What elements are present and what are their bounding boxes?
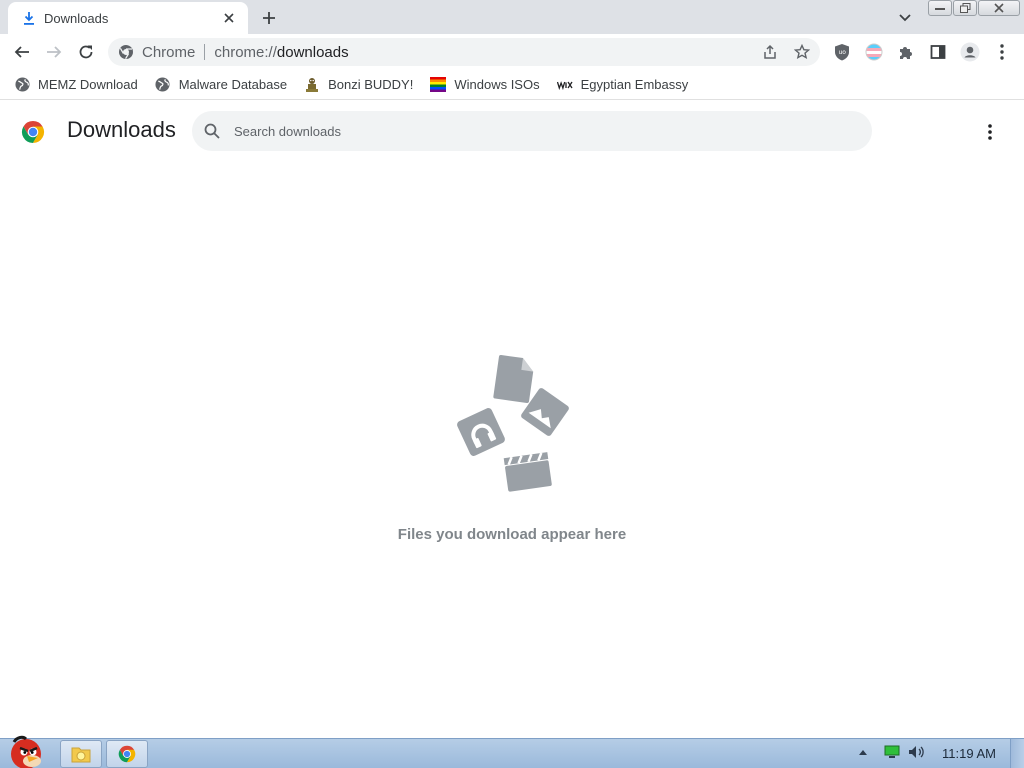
folder-icon bbox=[71, 747, 91, 763]
download-icon bbox=[22, 11, 36, 25]
bookmark-label: MEMZ Download bbox=[38, 77, 138, 92]
bookmarks-bar: MEMZ Download Malware Database Bonzi BUD… bbox=[0, 70, 1024, 100]
volume-icon[interactable] bbox=[908, 745, 926, 759]
profile-avatar-icon[interactable] bbox=[956, 38, 984, 66]
taskbar-explorer-button[interactable] bbox=[60, 740, 102, 768]
back-button[interactable] bbox=[8, 38, 36, 66]
kebab-menu-icon[interactable] bbox=[988, 38, 1016, 66]
bookmark-label: Malware Database bbox=[178, 77, 288, 92]
chrome-site-icon bbox=[118, 44, 134, 60]
divider bbox=[204, 44, 206, 60]
bookmark-egyptian-embassy[interactable]: Egyptian Embassy bbox=[556, 73, 689, 97]
page-title: Downloads bbox=[67, 117, 176, 142]
omnibox-actions bbox=[760, 42, 812, 62]
chrome-icon bbox=[118, 745, 136, 763]
taskbar-chrome-button[interactable] bbox=[106, 740, 148, 768]
puzzle-icon[interactable] bbox=[892, 38, 920, 66]
clock[interactable]: 11:19 AM bbox=[942, 746, 996, 761]
rainbow-flag-icon bbox=[430, 77, 447, 93]
tab-title: Downloads bbox=[44, 10, 109, 26]
reload-button[interactable] bbox=[72, 38, 100, 66]
show-desktop-button[interactable] bbox=[1010, 739, 1024, 768]
more-actions-icon[interactable] bbox=[978, 120, 1002, 144]
chevron-down-icon[interactable] bbox=[895, 8, 915, 28]
search-icon bbox=[204, 123, 220, 139]
arrow-left-icon bbox=[14, 46, 29, 58]
video-icon bbox=[503, 452, 552, 492]
globe-icon bbox=[155, 77, 171, 93]
forward-button[interactable] bbox=[40, 38, 68, 66]
wix-icon bbox=[556, 77, 573, 93]
ublock-extension-icon[interactable]: uo bbox=[828, 38, 856, 66]
window-controls bbox=[928, 0, 1020, 16]
tab-downloads[interactable]: Downloads bbox=[8, 2, 248, 34]
empty-message: Files you download appear here bbox=[397, 526, 627, 543]
bookmark-malware-database[interactable]: Malware Database bbox=[155, 73, 287, 97]
bookmark-windows-isos[interactable]: Windows ISOs bbox=[430, 73, 540, 97]
url-text[interactable]: chrome://downloads bbox=[214, 44, 348, 61]
minimize-button[interactable] bbox=[928, 0, 952, 16]
angry-bird-icon bbox=[11, 735, 41, 768]
tray-expand-icon[interactable] bbox=[858, 748, 868, 756]
chrome-logo-icon bbox=[21, 120, 45, 144]
close-icon[interactable] bbox=[220, 9, 238, 27]
search-input[interactable] bbox=[234, 123, 834, 139]
taskbar: 11:19 AM bbox=[0, 735, 1024, 768]
star-icon[interactable] bbox=[792, 42, 812, 62]
trans-flag-extension-icon[interactable] bbox=[860, 38, 888, 66]
site-label: Chrome bbox=[142, 43, 196, 61]
new-tab-button[interactable] bbox=[258, 7, 280, 29]
close-window-button[interactable] bbox=[978, 0, 1020, 16]
toolbar: Chrome chrome://downloads uo bbox=[0, 34, 1024, 70]
start-button[interactable] bbox=[2, 730, 50, 768]
bookmark-label: Bonzi BUDDY! bbox=[328, 77, 414, 92]
reload-icon bbox=[79, 45, 93, 59]
downloads-toolbar: Downloads bbox=[0, 103, 1024, 159]
bookmark-label: Windows ISOs bbox=[454, 77, 540, 92]
bonzi-icon bbox=[304, 77, 320, 93]
share-icon[interactable] bbox=[760, 42, 780, 62]
bookmark-label: Egyptian Embassy bbox=[580, 77, 689, 92]
globe-icon bbox=[14, 77, 30, 93]
document-icon bbox=[493, 354, 534, 404]
restore-button[interactable] bbox=[953, 0, 977, 16]
svg-text:uo: uo bbox=[839, 49, 847, 56]
address-bar[interactable]: Chrome chrome://downloads bbox=[108, 38, 820, 66]
empty-state-illustration bbox=[448, 345, 576, 497]
bookmark-memz-download[interactable]: MEMZ Download bbox=[14, 73, 138, 97]
search-box[interactable] bbox=[192, 111, 872, 151]
system-tray bbox=[858, 745, 926, 759]
side-panel-icon[interactable] bbox=[924, 38, 952, 66]
bookmark-bonzi-buddy[interactable]: Bonzi BUDDY! bbox=[304, 73, 413, 97]
audio-icon bbox=[457, 408, 505, 456]
tab-strip: Downloads bbox=[0, 0, 1024, 34]
network-icon[interactable] bbox=[884, 745, 900, 759]
arrow-right-icon bbox=[47, 46, 62, 58]
